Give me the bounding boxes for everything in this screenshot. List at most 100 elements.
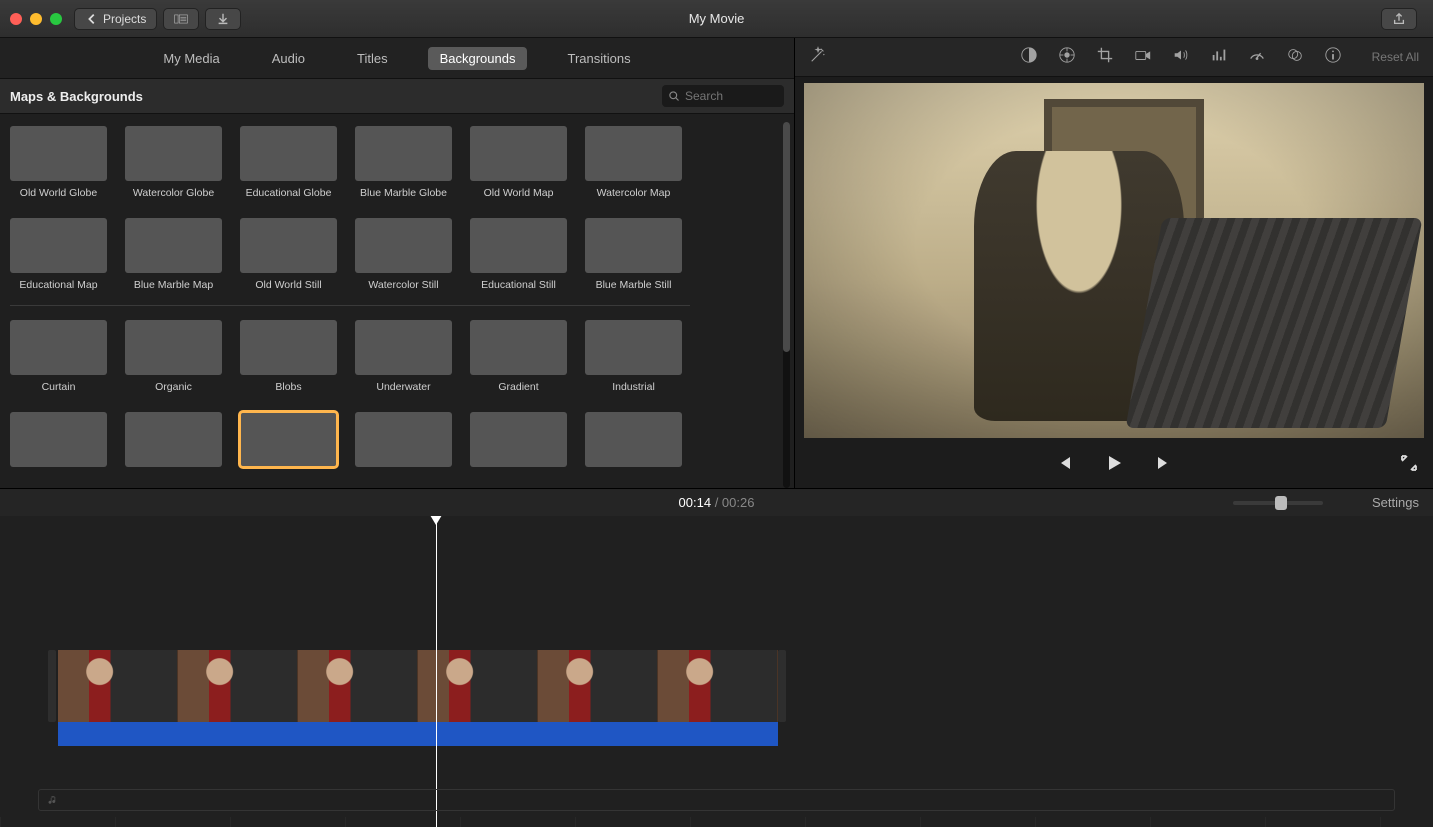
clip-handle-right[interactable] (778, 650, 786, 722)
thumb-label: Educational Globe (246, 188, 332, 200)
projects-button[interactable]: Projects (74, 8, 157, 30)
window-controls (10, 13, 62, 25)
thumb-bg3[interactable] (240, 412, 337, 474)
browser-subheader: Maps & Backgrounds (0, 78, 794, 114)
adjust-bar: Reset All (795, 38, 1433, 77)
camera-icon[interactable] (1134, 46, 1152, 67)
thumb-bg5[interactable] (470, 412, 567, 474)
titlebar: Projects My Movie (0, 0, 1433, 38)
search-input[interactable] (662, 85, 784, 107)
preview-pane: Reset All (795, 38, 1433, 488)
tab-transitions[interactable]: Transitions (555, 47, 642, 70)
thumb-tile (470, 320, 567, 375)
info-icon[interactable] (1324, 46, 1342, 67)
volume-icon[interactable] (1172, 46, 1190, 67)
thumb-bg4[interactable] (355, 412, 452, 474)
playhead[interactable] (436, 516, 437, 827)
clip-thumbnails (58, 650, 778, 722)
thumb-blobs[interactable]: Blobs (240, 320, 337, 394)
thumb-label: Watercolor Still (368, 280, 438, 292)
thumb-tile (10, 218, 107, 273)
zoom-slider[interactable] (1233, 501, 1323, 505)
close-icon[interactable] (10, 13, 22, 25)
thumb-bg6[interactable] (585, 412, 682, 474)
tab-titles[interactable]: Titles (345, 47, 400, 70)
thumb-tile (355, 412, 452, 467)
preview-frame (804, 83, 1424, 438)
thumb-bg1[interactable] (10, 412, 107, 474)
thumb-tile (470, 126, 567, 181)
thumb-label: Gradient (498, 382, 538, 394)
thumb-label: Educational Still (481, 280, 556, 292)
thumb-tile (10, 320, 107, 375)
thumb-tile (355, 320, 452, 375)
thumb-curtain[interactable]: Curtain (10, 320, 107, 394)
browser-grid: Old World Globe Watercolor Globe Education… (0, 114, 794, 488)
thumb-underwater[interactable]: Underwater (355, 320, 452, 394)
scrollbar[interactable] (783, 122, 790, 488)
thumb-tile (240, 320, 337, 375)
music-lane[interactable] (38, 789, 1395, 811)
tab-my-media[interactable]: My Media (151, 47, 231, 70)
search-icon (668, 90, 680, 102)
prev-button[interactable] (1054, 453, 1074, 476)
thumb-old-world-map[interactable]: Old World Map (470, 126, 567, 200)
thumb-blue-marble-map[interactable]: Blue Marble Map (125, 218, 222, 292)
thumb-gradient[interactable]: Gradient (470, 320, 567, 394)
wand-icon[interactable] (809, 46, 827, 67)
thumb-label: Underwater (376, 382, 430, 394)
tab-audio[interactable]: Audio (260, 47, 317, 70)
thumb-tile (470, 218, 567, 273)
thumb-tile (125, 320, 222, 375)
thumb-educational-map[interactable]: Educational Map (10, 218, 107, 292)
thumb-tile (125, 412, 222, 467)
clip-handle-left[interactable] (48, 650, 56, 722)
video-clip[interactable] (58, 650, 778, 746)
next-button[interactable] (1154, 453, 1174, 476)
thumb-tile (10, 412, 107, 467)
thumb-blue-marble-still[interactable]: Blue Marble Still (585, 218, 682, 292)
thumb-organic[interactable]: Organic (125, 320, 222, 394)
clip-audio-strip[interactable] (58, 722, 778, 746)
search-field[interactable] (685, 89, 778, 103)
library-toggle-button[interactable] (163, 8, 199, 30)
thumb-watercolor-map[interactable]: Watercolor Map (585, 126, 682, 200)
thumb-educational-globe[interactable]: Educational Globe (240, 126, 337, 200)
speed-icon[interactable] (1248, 46, 1266, 67)
color-wheel-icon[interactable] (1058, 46, 1076, 67)
settings-button[interactable]: Settings (1372, 495, 1419, 510)
crop-icon[interactable] (1096, 46, 1114, 67)
thumb-old-world-still[interactable]: Old World Still (240, 218, 337, 292)
preview-viewport (795, 77, 1433, 442)
share-button[interactable] (1381, 8, 1417, 30)
tab-backgrounds[interactable]: Backgrounds (428, 47, 528, 70)
eq-icon[interactable] (1210, 46, 1228, 67)
thumb-bg2[interactable] (125, 412, 222, 474)
thumb-blue-marble-globe[interactable]: Blue Marble Globe (355, 126, 452, 200)
thumb-label: Watercolor Globe (133, 188, 214, 200)
fullscreen-button[interactable] (1399, 453, 1419, 476)
thumb-watercolor-globe[interactable]: Watercolor Globe (125, 126, 222, 200)
thumb-old-world-globe[interactable]: Old World Globe (10, 126, 107, 200)
thumb-tile (585, 218, 682, 273)
thumb-tile (240, 126, 337, 181)
balance-icon[interactable] (1020, 46, 1038, 67)
import-button[interactable] (205, 8, 241, 30)
thumb-tile (355, 218, 452, 273)
thumb-label: Blue Marble Globe (360, 188, 447, 200)
thumb-watercolor-still[interactable]: Watercolor Still (355, 218, 452, 292)
maximize-icon[interactable] (50, 13, 62, 25)
thumb-educational-still[interactable]: Educational Still (470, 218, 567, 292)
effects-icon[interactable] (1286, 46, 1304, 67)
minimize-icon[interactable] (30, 13, 42, 25)
thumb-tile (585, 412, 682, 467)
music-icon (47, 794, 59, 806)
thumb-label: Blue Marble Still (596, 280, 672, 292)
play-button[interactable] (1104, 453, 1124, 476)
thumb-tile (585, 126, 682, 181)
thumb-industrial[interactable]: Industrial (585, 320, 682, 394)
thumb-tile (585, 320, 682, 375)
projects-label: Projects (103, 12, 146, 26)
reset-all-button[interactable]: Reset All (1372, 50, 1419, 64)
timeline[interactable] (0, 516, 1433, 827)
